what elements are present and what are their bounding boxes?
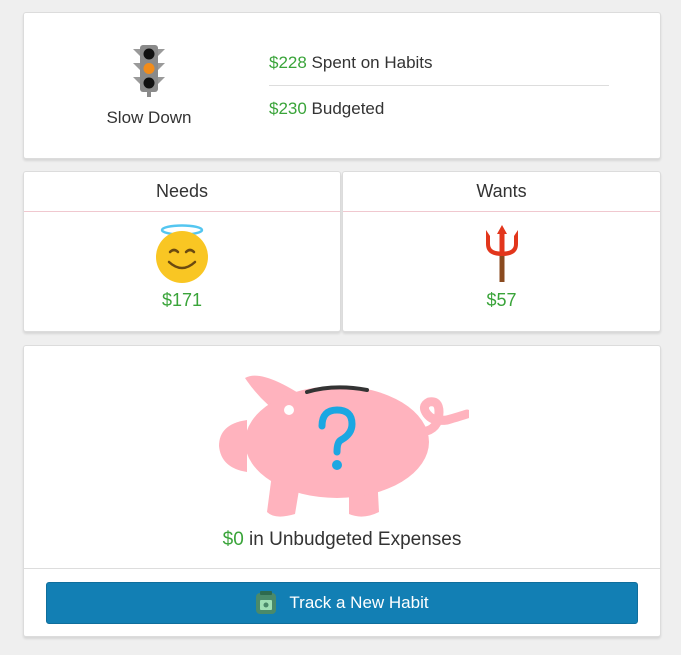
budget-label: Budgeted xyxy=(306,99,385,118)
card-divider xyxy=(24,568,660,569)
spent-on-habits: $228 Spent on Habits xyxy=(269,53,609,73)
wants-card[interactable]: Wants $57 xyxy=(342,171,661,332)
wants-amount: $57 xyxy=(486,290,517,310)
unbudgeted-expenses: $0 in Unbudgeted Expenses xyxy=(24,529,660,551)
unbudgeted-amount: $0 xyxy=(222,529,244,550)
track-new-habit-label: Track a New Habit xyxy=(289,593,429,612)
needs-amount: $171 xyxy=(161,290,203,310)
budgeted: $230 Budgeted xyxy=(269,99,609,119)
money-jar-icon xyxy=(255,591,277,615)
devil-trident-icon xyxy=(485,225,518,282)
track-new-habit-button[interactable]: Track a New Habit xyxy=(46,582,638,624)
unbudgeted-card: $0 in Unbudgeted Expenses Track a New Ha… xyxy=(23,345,661,637)
status-label: Slow Down xyxy=(106,108,192,127)
budget-status-card: Slow Down $228 Spent on Habits $230 Budg… xyxy=(23,12,661,159)
stat-divider xyxy=(269,85,609,86)
traffic-light-icon xyxy=(133,45,165,97)
budget-amount: $230 xyxy=(269,99,307,118)
needs-title: Needs xyxy=(24,172,340,212)
unbudgeted-label: in Unbudgeted Expenses xyxy=(243,529,462,550)
angel-face-icon xyxy=(156,224,208,283)
wants-title: Wants xyxy=(343,172,660,212)
traffic-light-status: Slow Down xyxy=(104,43,194,128)
needs-card[interactable]: Needs $171 xyxy=(23,171,341,332)
spent-label: Spent on Habits xyxy=(306,53,433,72)
spent-amount: $228 xyxy=(269,53,307,72)
piggy-bank-question-icon xyxy=(219,375,469,517)
